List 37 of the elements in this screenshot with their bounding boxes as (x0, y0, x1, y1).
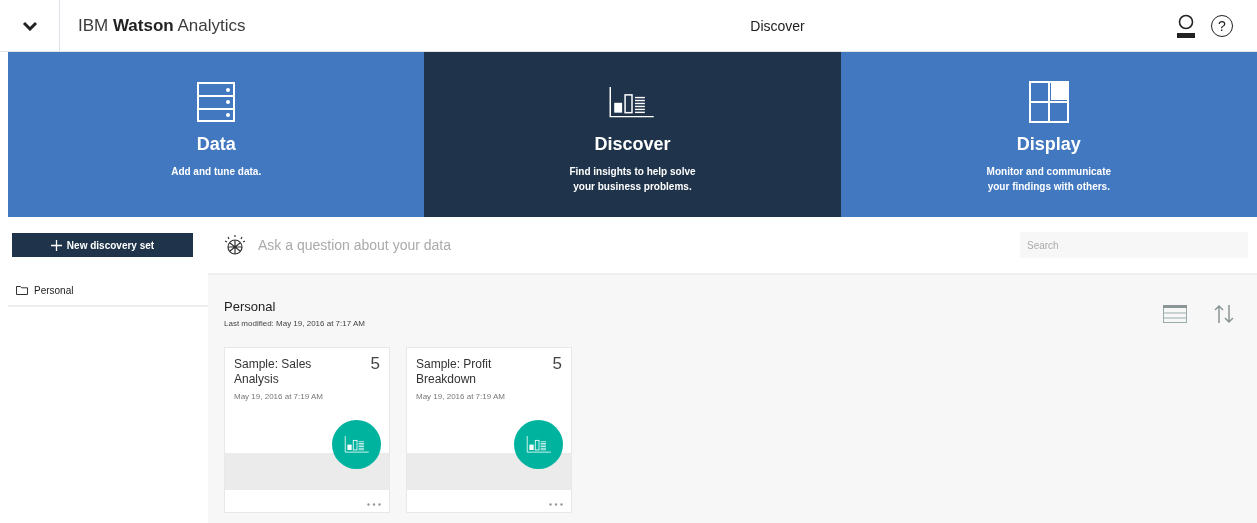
card-date: May 19, 2016 at 7:19 AM (416, 392, 506, 401)
card-title: Sample: Sales Analysis (234, 357, 313, 387)
tile-description: Add and tune data. (171, 165, 262, 179)
tile-title: Discover (594, 134, 671, 155)
bar-chart-icon (343, 435, 370, 454)
chevron-down-icon (21, 20, 38, 31)
last-modified-text: Last modified: May 19, 2016 at 7:17 AM (224, 319, 365, 328)
bar-chart-icon (608, 85, 657, 119)
sort-icon[interactable] (1213, 303, 1235, 324)
sidebar-label: Personal (34, 284, 74, 296)
user-icon[interactable] (1175, 13, 1197, 38)
tile-title: Data (196, 134, 236, 155)
discovery-card[interactable]: Sample: Sales Analysis 5 May 19, 2016 at 7:19 AM (224, 347, 390, 513)
module-tile[interactable]: Display Monitor and communicate your findings with others. (840, 52, 1257, 217)
server-icon (197, 82, 236, 122)
tile-title: Display (1016, 134, 1081, 155)
folder-icon (16, 285, 28, 295)
search-field[interactable]: Search (1020, 232, 1248, 258)
new-discovery-set-button[interactable]: New discovery set (12, 233, 193, 257)
tile-description: Find insights to help solve your business problems. (569, 165, 696, 194)
card-title: Sample: Profit Breakdown (416, 357, 493, 387)
module-tile[interactable]: Discover Find insights to help solve your business problems. (424, 52, 841, 217)
bar-chart-icon (525, 435, 552, 454)
watson-globe-icon (224, 234, 246, 256)
card-count: 5 (370, 354, 380, 374)
folder-title: Personal (224, 299, 277, 314)
page-title: Discover (749, 17, 806, 34)
card-date: May 19, 2016 at 7:19 AM (234, 392, 324, 401)
list-view-icon[interactable] (1163, 304, 1187, 323)
card-count: 5 (552, 354, 562, 374)
ask-question-field[interactable]: Ask a question about your data (256, 236, 1020, 254)
tile-description: Monitor and communicate your findings with others. (986, 165, 1112, 194)
grid-icon (1028, 81, 1069, 123)
module-tile[interactable]: Data Add and tune data. (8, 52, 425, 217)
app-title: IBM Watson Analytics (78, 15, 247, 36)
plus-icon (50, 239, 62, 251)
discovery-card[interactable]: Sample: Profit Breakdown 5 May 19, 2016 at 7:19 AM (406, 347, 572, 513)
